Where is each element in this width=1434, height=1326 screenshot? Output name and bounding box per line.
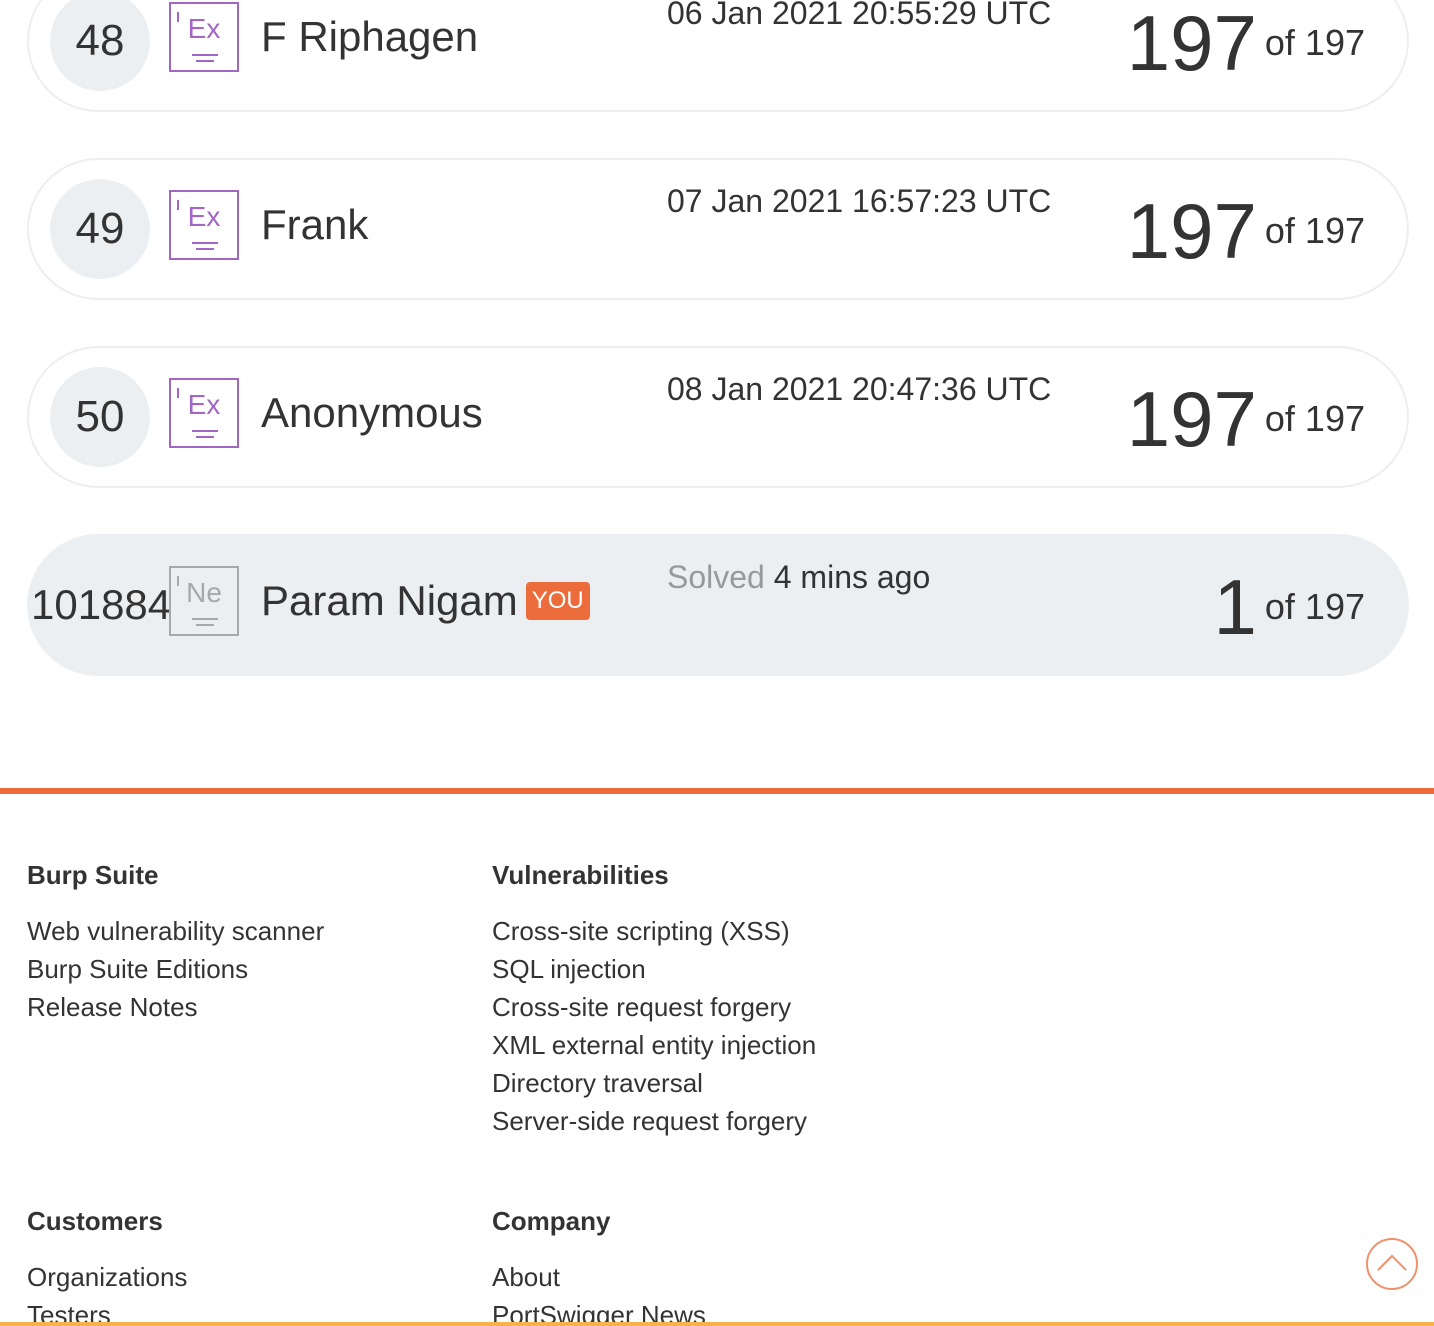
leaderboard-row: 49 Ex Frank 07 Jan 2021 16:57:23 UTC 197…	[27, 158, 1409, 300]
footer-column-burp-suite: Burp Suite Web vulnerability scanner Bur…	[27, 860, 447, 1026]
solved-time: 08 Jan 2021 20:47:36 UTC	[667, 371, 1052, 407]
solved-time: Solved 4 mins ago	[667, 558, 930, 596]
level-badge-icon: Ex	[169, 2, 239, 72]
footer-heading: Burp Suite	[27, 860, 159, 890]
footer-heading: Customers	[27, 1206, 163, 1236]
footer-link[interactable]: Server-side request forgery	[492, 1102, 912, 1140]
badge-symbol: Ne	[186, 577, 222, 608]
score: 197 of 197	[1127, 0, 1365, 88]
footer-link[interactable]: Cross-site request forgery	[492, 988, 912, 1026]
score-value: 197	[1126, 0, 1257, 87]
level-badge-icon: Ne	[169, 566, 239, 636]
footer-link[interactable]: About	[492, 1258, 912, 1296]
bottom-accent-bar	[0, 1322, 1434, 1326]
score-total: of 197	[1264, 22, 1365, 63]
chevron-up-icon	[1377, 1254, 1407, 1271]
badge-symbol: Ex	[187, 201, 221, 232]
rank-number: 49	[50, 179, 150, 279]
score-total: of 197	[1264, 586, 1365, 627]
leaderboard-row: 50 Ex Anonymous 08 Jan 2021 20:47:36 UTC…	[27, 346, 1409, 488]
footer-link[interactable]: Burp Suite Editions	[27, 950, 447, 988]
level-badge-icon: Ex	[169, 190, 239, 260]
footer-link[interactable]: XML external entity injection	[492, 1026, 912, 1064]
player-name-text: Param Nigam	[261, 577, 518, 624]
scroll-to-top-button[interactable]	[1366, 1238, 1418, 1290]
score-value: 197	[1126, 375, 1257, 463]
footer-column-company: Company About PortSwigger News	[492, 1206, 912, 1326]
solved-time: 07 Jan 2021 16:57:23 UTC	[667, 183, 1052, 219]
player-name: Anonymous	[261, 389, 483, 436]
rank-number: 48	[50, 0, 150, 91]
footer-divider	[0, 788, 1434, 794]
badge-symbol: Ex	[187, 389, 221, 420]
footer-heading: Company	[492, 1206, 611, 1236]
player-name: F Riphagen	[261, 13, 479, 60]
solved-time: 06 Jan 2021 20:55:29 UTC	[667, 0, 1052, 31]
badge-symbol: Ex	[187, 13, 221, 44]
level-badge-icon: Ex	[169, 378, 239, 448]
score: 1 of 197	[1214, 562, 1365, 652]
score: 197 of 197	[1127, 186, 1365, 276]
footer-heading: Vulnerabilities	[492, 860, 669, 890]
footer-column-vulnerabilities: Vulnerabilities Cross-site scripting (XS…	[492, 860, 912, 1140]
solved-ago: 4 mins ago	[773, 559, 931, 595]
score-value: 197	[1126, 187, 1257, 275]
solved-label: Solved	[667, 559, 765, 595]
rank-number: 50	[50, 367, 150, 467]
page: 48 Ex F Riphagen 06 Jan 2021 20:55:29 UT…	[0, 0, 1434, 1326]
footer-link[interactable]: Directory traversal	[492, 1064, 912, 1102]
leaderboard-row: 48 Ex F Riphagen 06 Jan 2021 20:55:29 UT…	[27, 0, 1409, 112]
footer-link[interactable]: Release Notes	[27, 988, 447, 1026]
score-value: 1	[1213, 563, 1257, 651]
you-badge: YOU	[525, 581, 590, 620]
footer-link[interactable]: Organizations	[27, 1258, 447, 1296]
footer-link[interactable]: Web vulnerability scanner	[27, 912, 447, 950]
footer-link[interactable]: Cross-site scripting (XSS)	[492, 912, 912, 950]
footer-link[interactable]: SQL injection	[492, 950, 912, 988]
score-total: of 197	[1264, 210, 1365, 251]
rank-number: 101884	[31, 581, 172, 628]
footer-column-customers: Customers Organizations Testers	[27, 1206, 447, 1326]
player-name: Param Nigam YOU	[261, 576, 590, 626]
leaderboard-row-you: 101884 Ne Param Nigam YOU Solved 4 mins a…	[27, 534, 1409, 676]
player-name: Frank	[261, 201, 369, 248]
score-total: of 197	[1264, 398, 1365, 439]
score: 197 of 197	[1127, 374, 1365, 464]
